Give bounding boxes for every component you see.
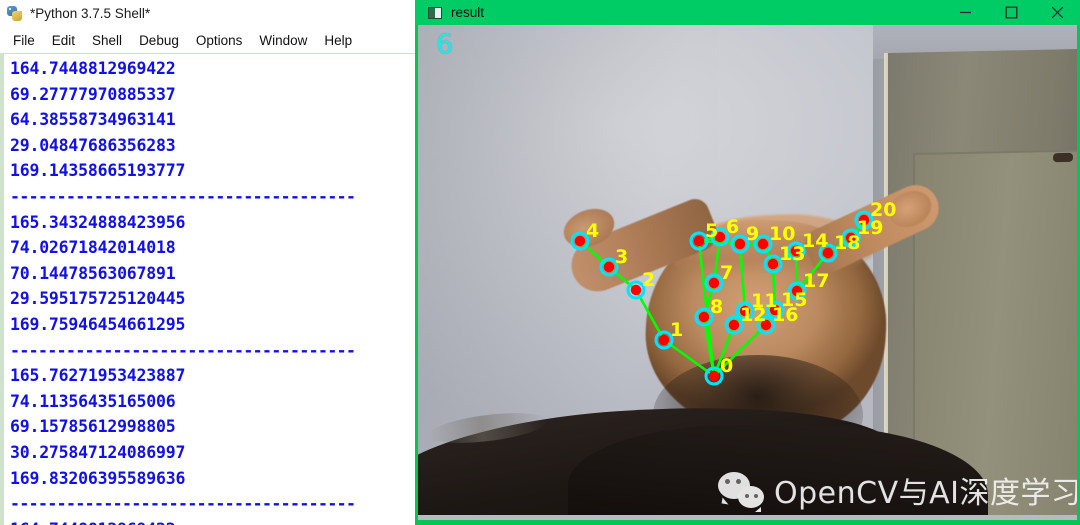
console-line: 165.34324888423956 (10, 212, 186, 232)
landmark-point (728, 319, 740, 331)
console-line: 169.83206395589636 (10, 468, 186, 488)
landmark-point (734, 238, 746, 250)
console-line: 164.7448812969422 (10, 59, 176, 78)
minimize-icon (959, 11, 971, 14)
console-line: 169.75946454661295 (10, 314, 186, 334)
console-line: 69.27777970885337 (10, 84, 176, 104)
menu-item-window[interactable]: Window (251, 31, 316, 50)
idle-window-title: *Python 3.7.5 Shell* (30, 6, 151, 21)
menu-item-options[interactable]: Options (188, 31, 252, 50)
maximize-icon (1005, 6, 1017, 19)
landmark-label: 6 (726, 216, 739, 238)
watermark-text: OpenCV与AI深度学习 (774, 476, 1077, 511)
menu-item-file[interactable]: File (5, 31, 44, 50)
close-button[interactable] (1034, 0, 1080, 25)
console-separator: ------------------------------------- (10, 340, 356, 360)
menu-item-help[interactable]: Help (316, 31, 361, 50)
landmark-point (658, 334, 670, 346)
landmark-label: 4 (586, 220, 599, 242)
idle-console-output[interactable]: 164.7448812969422 69.27777970885337 64.3… (0, 53, 420, 525)
landmark-label: 3 (615, 246, 628, 268)
console-line: 74.11356435165006 (10, 391, 176, 411)
console-line: 69.15785612998805 (10, 417, 176, 437)
console-line: 164.7448812969422 (10, 517, 420, 525)
landmark-label: 0 (720, 355, 733, 377)
console-line: 74.02671842014018 (10, 238, 176, 258)
console-line: 29.04847686356283 (10, 135, 176, 155)
idle-titlebar: *Python 3.7.5 Shell* (0, 0, 420, 27)
landmark-label: 17 (803, 270, 829, 292)
console-line: 165.76271953423887 (10, 366, 186, 386)
landmark-point (757, 238, 769, 250)
landmark-point (698, 311, 710, 323)
video-bottom-edge (418, 515, 1077, 520)
console-line: 29.595175725120445 (10, 289, 186, 309)
console-line: 30.275847124086997 (10, 442, 186, 462)
console-line: 169.14358665193777 (10, 161, 186, 181)
close-icon (1051, 6, 1063, 19)
screenshot-root: *Python 3.7.5 Shell* File Edit Shell Deb… (0, 0, 1080, 525)
menu-item-debug[interactable]: Debug (131, 31, 188, 50)
landmark-label: 8 (710, 296, 723, 318)
landmark-point (574, 235, 586, 247)
python-idle-window: *Python 3.7.5 Shell* File Edit Shell Deb… (0, 0, 420, 525)
python-idle-icon (6, 5, 23, 22)
hand-landmark-overlay: 01234 5 6789 1011121314151617181920 (570, 199, 896, 386)
landmark-point (603, 261, 615, 273)
landmark-label: 12 (740, 304, 766, 326)
opencv-result-window: result 0 1 2 3 4 5 6 7 8 9 10 11 12 13 1… (415, 0, 1080, 525)
idle-menubar: File Edit Shell Debug Options Window Hel… (0, 27, 420, 53)
frame-counter: 6 (436, 29, 454, 60)
console-line: 70.14478563067891 (10, 263, 176, 283)
result-titlebar[interactable]: result (415, 0, 1080, 25)
opencv-window-icon (428, 6, 442, 19)
landmark-point (693, 235, 705, 247)
landmark-point (708, 277, 720, 289)
landmark-point (630, 284, 642, 296)
landmark-label: 5 (705, 220, 718, 242)
landmark-label: 10 (769, 223, 795, 245)
landmark-label: 14 (802, 230, 828, 252)
landmark-label: 1 (670, 319, 683, 341)
watermark: OpenCV与AI深度学习 (718, 468, 1077, 512)
landmark-label: 20 (870, 199, 896, 221)
landmark-label: 2 (642, 269, 655, 291)
console-line: 64.38558734963141 (10, 110, 176, 130)
console-separator: ------------------------------------- (10, 186, 356, 206)
wechat-logo (718, 472, 764, 512)
landmark-connection (738, 243, 747, 312)
landmark-point (708, 370, 720, 382)
menu-item-shell[interactable]: Shell (84, 31, 131, 50)
minimize-button[interactable] (942, 0, 988, 25)
console-separator: ------------------------------------- (10, 494, 356, 514)
landmark-label: 16 (772, 304, 798, 326)
landmark-point (767, 258, 779, 270)
result-window-title: result (451, 5, 485, 20)
maximize-button[interactable] (988, 0, 1034, 25)
window-controls (942, 0, 1080, 25)
video-output-frame: 0 1 2 3 4 5 6 7 8 9 10 11 12 13 14 15 16 17 18 19 20 6 OpenC… (418, 25, 1077, 520)
landmark-connection (608, 266, 637, 291)
landmark-label: 7 (720, 262, 733, 284)
landmark-label: 9 (746, 223, 759, 245)
menu-item-edit[interactable]: Edit (44, 31, 84, 50)
landmark-connection (579, 240, 610, 268)
